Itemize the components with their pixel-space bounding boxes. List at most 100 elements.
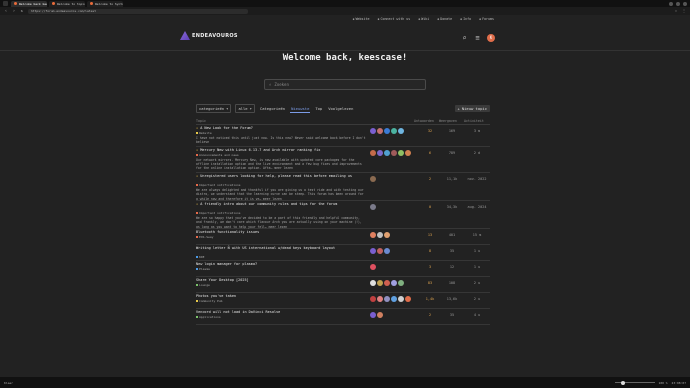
avatar[interactable] (370, 150, 376, 156)
topic-row[interactable]: ✦ Mercury New with Linux 6.13.7 and Arch… (196, 147, 490, 173)
activity-time[interactable]: 3 m (464, 129, 490, 133)
avatar[interactable] (370, 128, 376, 134)
avatar[interactable] (398, 128, 404, 134)
avatar[interactable] (377, 296, 383, 302)
browser-tab[interactable]: Welcome back keesca (11, 0, 47, 7)
tags-dropdown[interactable]: alle ▾ (235, 104, 255, 113)
site-link[interactable]: ◈ Forums (479, 17, 494, 21)
forward-icon[interactable]: › (12, 9, 16, 13)
avatar[interactable] (398, 280, 404, 286)
avatar[interactable] (370, 264, 376, 270)
filter-tab[interactable]: Categorieën (259, 105, 286, 113)
topic-category[interactable]: Important notifications (196, 211, 241, 215)
filter-tab[interactable]: Nieuwste (290, 105, 311, 113)
activity-time[interactable]: 1 u (464, 265, 490, 269)
avatar[interactable] (370, 280, 376, 286)
topic-category[interactable]: KDE (196, 255, 204, 259)
topic-category[interactable]: EOS-Sway (196, 235, 213, 239)
activity-time[interactable]: 4 u (464, 313, 490, 317)
topic-row[interactable]: New login manager for plasma? Plasma 3 12 1 … (196, 261, 490, 277)
browser-tab[interactable]: Welcome to topics (49, 0, 85, 7)
site-link[interactable]: ◈ Info (460, 17, 471, 21)
avatar[interactable] (370, 232, 376, 238)
maximize-icon[interactable] (676, 1, 680, 6)
avatar[interactable] (391, 280, 397, 286)
topic-row[interactable]: Vencord will not load in DaVinci Resolve… (196, 309, 490, 325)
avatar[interactable] (398, 150, 404, 156)
topic-row[interactable]: ✦ A New Look for the Forum? Website I have… (196, 125, 490, 147)
activity-time[interactable]: nov. 2022 (464, 177, 490, 181)
topic-row[interactable]: Bluetooth functionality issues EOS-Sway 13… (196, 229, 490, 245)
activity-time[interactable]: 1 u (464, 249, 490, 253)
avatar[interactable] (384, 150, 390, 156)
avatar[interactable] (391, 128, 397, 134)
avatar[interactable] (370, 176, 376, 182)
zoom-knob[interactable] (620, 380, 625, 385)
categories-dropdown[interactable]: categorieën ▾ (196, 104, 232, 113)
avatar[interactable] (391, 296, 397, 302)
avatar[interactable] (398, 296, 404, 302)
avatar[interactable] (377, 312, 383, 318)
topic-category[interactable]: Website (196, 131, 212, 135)
avatar[interactable] (377, 248, 383, 254)
close-icon[interactable] (683, 1, 687, 6)
topic-row[interactable]: ✦ Unregistered users looking for help, p… (196, 173, 490, 201)
topic-category[interactable]: Lounge (196, 283, 210, 287)
avatar[interactable] (405, 150, 411, 156)
browser-tab[interactable]: Welcome to Syntonova (87, 0, 123, 7)
extensions-icon[interactable]: ⋮ (682, 9, 686, 13)
new-topic-button[interactable]: + Nieuw topic (454, 105, 490, 112)
topic-row[interactable]: Photos you've taken Community Pub 1,4k 13,6… (196, 293, 490, 309)
zoom-slider[interactable] (614, 380, 655, 385)
topic-title[interactable]: New login manager for plasma? (196, 262, 366, 267)
site-link[interactable]: ◈ Donate (437, 17, 452, 21)
topic-row[interactable]: ✦ A friendly intro about our community r… (196, 201, 490, 229)
avatar[interactable] (377, 280, 383, 286)
topic-title[interactable]: ✦ A New Look for the Forum? (196, 126, 366, 131)
avatar[interactable] (384, 128, 390, 134)
reload-icon[interactable]: ↻ (20, 9, 24, 13)
activity-time[interactable]: aug. 2024 (464, 205, 490, 209)
avatar[interactable] (370, 204, 376, 210)
search-input[interactable]: ⌕ Zoeken (264, 79, 426, 90)
topic-title[interactable]: ✦ Unregistered users looking for help, p… (196, 174, 366, 179)
user-avatar[interactable]: K (487, 34, 495, 42)
avatar[interactable] (370, 248, 376, 254)
back-icon[interactable]: ‹ (4, 9, 8, 13)
topic-category[interactable]: Announcements and news (196, 153, 239, 157)
url-bar[interactable]: https://forum.endeavouros.com/latest (28, 8, 248, 14)
topic-title[interactable]: Vencord will not load in DaVinci Resolve (196, 310, 366, 315)
activity-time[interactable]: 2 u (464, 281, 490, 285)
avatar[interactable] (384, 296, 390, 302)
activity-time[interactable]: 2 d (464, 151, 490, 155)
topic-title[interactable]: Bluetooth functionality issues (196, 230, 366, 235)
avatar[interactable] (391, 150, 397, 156)
topic-title[interactable]: ✦ A friendly intro about our community r… (196, 202, 366, 207)
site-link[interactable]: ◈ Connect with us (377, 17, 410, 21)
activity-time[interactable]: 15 m (464, 233, 490, 237)
avatar[interactable] (370, 312, 376, 318)
activity-time[interactable]: 2 u (464, 297, 490, 301)
topic-category[interactable]: Important notifications (196, 183, 241, 187)
topic-category[interactable]: Plasma (196, 267, 210, 271)
search-icon[interactable]: ⌕ (461, 34, 468, 42)
topic-row[interactable]: Writing letter Ñ with US international w… (196, 245, 490, 261)
topic-title[interactable]: Writing letter Ñ with US international w… (196, 246, 366, 251)
avatar[interactable] (377, 128, 383, 134)
avatar[interactable] (384, 232, 390, 238)
topic-title[interactable]: Share Your Desktop [2025] (196, 278, 366, 283)
avatar[interactable] (377, 150, 383, 156)
avatar[interactable] (377, 232, 383, 238)
avatar[interactable] (405, 296, 411, 302)
minimize-icon[interactable] (669, 1, 673, 6)
filter-tab[interactable]: Voolgelezen (327, 105, 354, 113)
site-link[interactable]: ◈ Website (353, 17, 370, 21)
site-logo[interactable]: ENDEAVOUROS (180, 31, 238, 40)
topic-row[interactable]: Share Your Desktop [2025] Lounge 83 108 2 u (196, 277, 490, 293)
hamburger-menu-icon[interactable]: ≡ (474, 34, 481, 42)
avatar[interactable] (370, 296, 376, 302)
site-link[interactable]: ◈ Wiki (418, 17, 429, 21)
browser-menu-icon[interactable] (3, 1, 8, 6)
topic-category[interactable]: Applications (196, 315, 221, 319)
bookmark-icon[interactable]: ☆ (674, 9, 678, 13)
